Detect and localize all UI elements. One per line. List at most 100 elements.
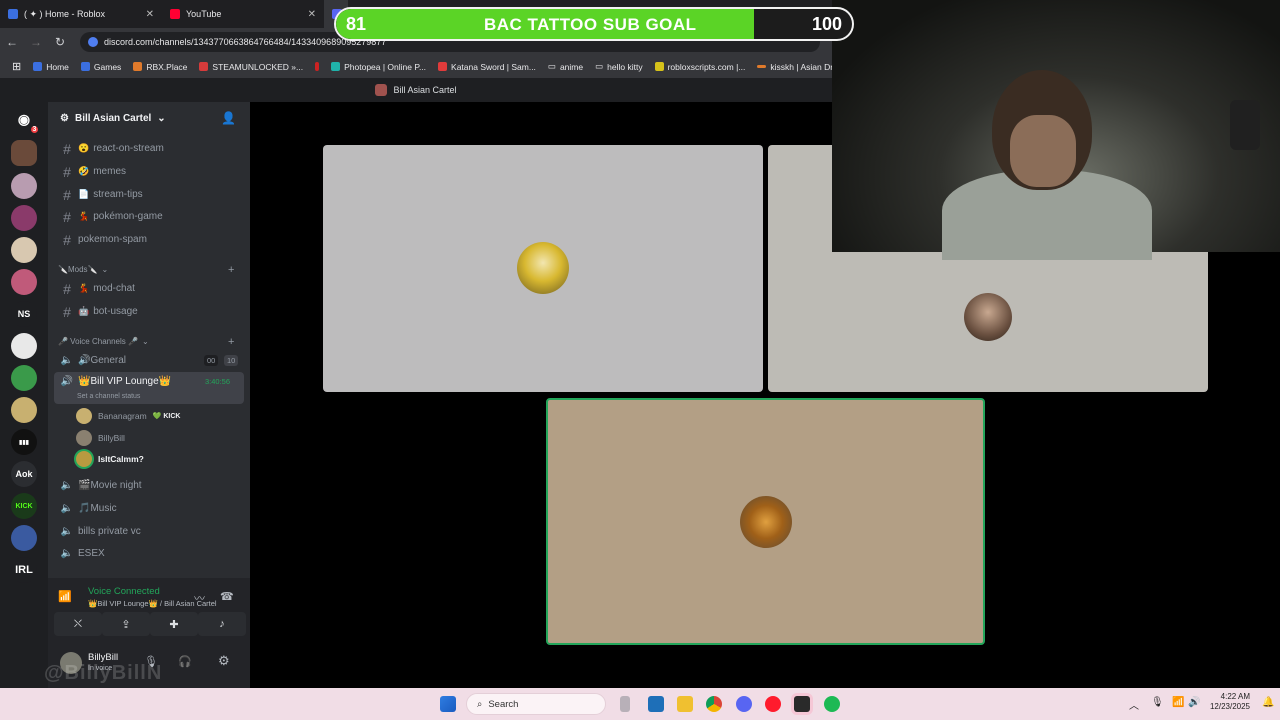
voice-active-icon: 🔊 (60, 376, 74, 387)
invite-icon[interactable]: 👤 (221, 111, 236, 125)
server-name: Bill Asian Cartel (74, 112, 152, 124)
close-icon[interactable]: ✕ (308, 9, 316, 20)
channel-mod-chat[interactable]: # 💃 mod-chat (54, 278, 244, 299)
tab-youtube[interactable]: YouTube ✕ (162, 0, 324, 28)
server-icon (375, 84, 388, 96)
file-explorer-icon[interactable] (677, 696, 693, 712)
steam-icon (199, 62, 209, 71)
soundboard-button[interactable]: ♪ (198, 612, 246, 636)
soundboard-icon: ♪ (219, 618, 225, 630)
taskbar-search[interactable]: ⌕ Search (466, 693, 606, 715)
tab-label: ( ✦ ) Home - Roblox (24, 8, 106, 19)
video-tile[interactable] (323, 145, 763, 392)
server-icon[interactable]: Aok (11, 461, 37, 487)
channel-stream-tips[interactable]: # 📄 stream-tips (54, 184, 244, 205)
bookmark-folder[interactable]: ▭ anime (542, 61, 589, 72)
robloxscripts-icon (654, 62, 664, 71)
bookmark-item[interactable]: RBX.Place (127, 62, 193, 72)
bookmark-item[interactable]: Games (75, 62, 127, 72)
voice-channel-vip-lounge[interactable]: 🔊 👑Bill VIP Lounge👑 3:40:56 Set a channe… (54, 372, 244, 404)
server-icon[interactable] (11, 237, 37, 263)
bookmark-folder[interactable]: ▭ hello kitty (589, 61, 648, 72)
server-icon[interactable]: NS (11, 301, 37, 327)
spotify-icon[interactable] (824, 696, 840, 712)
discord-icon[interactable] (736, 696, 752, 712)
server-icon[interactable] (11, 140, 37, 166)
close-icon[interactable]: ✕ (146, 9, 154, 20)
voice-channel-general[interactable]: 🔈 🔊General 00 10 (54, 350, 244, 371)
voice-user[interactable]: BillyBill (76, 430, 125, 446)
voice-channel-music[interactable]: 🔈 🎵Music (54, 498, 244, 519)
server-icon[interactable] (11, 525, 37, 551)
microphone-icon[interactable]: 🎙 (1151, 697, 1164, 708)
server-icon[interactable]: IRL (11, 557, 37, 583)
server-icon[interactable] (11, 333, 37, 359)
add-channel-icon[interactable]: + (228, 336, 234, 348)
forward-icon[interactable]: → (24, 35, 48, 49)
bookmark-item[interactable]: STEAMUNLOCKED »... (193, 62, 309, 72)
server-icon[interactable]: ▮▮▮ (11, 429, 37, 455)
server-icon[interactable] (11, 173, 37, 199)
channel-pokemon-spam[interactable]: # pokemon-spam (54, 229, 244, 250)
notification-icon[interactable]: 🔔 (1262, 697, 1274, 708)
volume-icon[interactable]: 🔊 (1188, 697, 1200, 708)
voice-user[interactable]: IsItCalmm? (76, 451, 144, 467)
disconnect-icon[interactable]: ☎ (220, 590, 234, 603)
channel-react-on-stream[interactable]: # 😮 react-on-stream (54, 138, 244, 159)
voice-channel-bills-private[interactable]: 🔈 bills private vc (54, 521, 244, 542)
hash-icon: # (63, 303, 71, 320)
server-icon[interactable] (11, 397, 37, 423)
channel-pokemon-game[interactable]: # 💃 pokémon-game (54, 206, 244, 227)
noise-suppression-icon[interactable]: 〰 (194, 590, 205, 606)
obs-icon[interactable] (794, 696, 810, 712)
bookmark-item[interactable]: Home (27, 62, 75, 72)
wifi-icon[interactable]: 📶 (1172, 697, 1184, 708)
site-info-icon[interactable] (88, 36, 98, 47)
channel-bot-usage[interactable]: # 🤖 bot-usage (54, 301, 244, 322)
channel-memes[interactable]: # 🤣 memes (54, 161, 244, 182)
bookmark-item[interactable] (309, 62, 325, 71)
opera-icon[interactable] (765, 696, 781, 712)
category-mods[interactable]: 🔪Mods🔪 ⌄ + (58, 264, 234, 276)
reload-icon[interactable]: ↻ (48, 35, 72, 49)
windows-start-icon[interactable] (440, 696, 456, 712)
back-icon[interactable]: ← (0, 35, 24, 49)
server-header[interactable]: ⚙ Bill Asian Cartel ⌄ 👤 (48, 102, 250, 134)
category-voice[interactable]: 🎤 Voice Channels 🎤 ⌄ + (58, 336, 234, 348)
server-icon[interactable] (11, 365, 37, 391)
bookmark-item[interactable]: Katana Sword | Sam... (432, 62, 542, 72)
hash-icon: # (63, 231, 71, 248)
voice-channel-esex[interactable]: 🔈 ESEX (54, 543, 244, 564)
server-icon[interactable] (11, 269, 37, 295)
server-icon[interactable] (11, 205, 37, 231)
add-channel-icon[interactable]: + (228, 264, 234, 276)
tab-roblox[interactable]: ( ✦ ) Home - Roblox ✕ (0, 0, 162, 28)
voice-connected-label[interactable]: Voice Connected (88, 586, 160, 597)
participant-avatar (517, 242, 569, 294)
headphones-icon[interactable]: 🎧 (178, 655, 192, 668)
bookmark-item[interactable]: robloxscripts.com |... (649, 62, 752, 72)
bookmark-item[interactable]: Photopea | Online P... (325, 62, 432, 72)
activities-button[interactable]: ✚ (150, 612, 198, 636)
voice-channel-movie-night[interactable]: 🔈 🎬Movie night (54, 475, 244, 496)
chevron-up-icon[interactable]: ︿ (1129, 697, 1139, 712)
video-tile-speaking[interactable] (546, 398, 985, 645)
video-stage (250, 102, 1208, 688)
server-icon[interactable]: KICK (11, 493, 37, 519)
task-view-icon[interactable] (620, 696, 630, 712)
clock[interactable]: 4:22 AM 12/23/2025 (1210, 692, 1250, 712)
hash-icon: # (63, 208, 71, 225)
gear-icon[interactable]: ⚙ (218, 653, 230, 669)
apps-icon[interactable]: ⊞ (6, 60, 27, 73)
camera-button[interactable]: ⛌ (54, 612, 102, 636)
call-timer: 3:40:56 (205, 377, 231, 386)
speaker-icon: 🔈 (60, 526, 74, 537)
clock-date: 12/23/2025 (1209, 702, 1250, 711)
goal-target: 100 (811, 14, 842, 34)
voice-user[interactable]: Bananagram 💚 KICK (76, 408, 180, 424)
discord-home-icon[interactable]: ◉ 3 (11, 106, 40, 135)
widgets-icon[interactable] (648, 696, 664, 712)
screen-share-button[interactable]: ⇪ (102, 612, 150, 636)
sub-goal-bar: 81 BAC TATTOO SUB GOAL 100 (334, 7, 854, 41)
chrome-icon[interactable] (706, 696, 722, 712)
